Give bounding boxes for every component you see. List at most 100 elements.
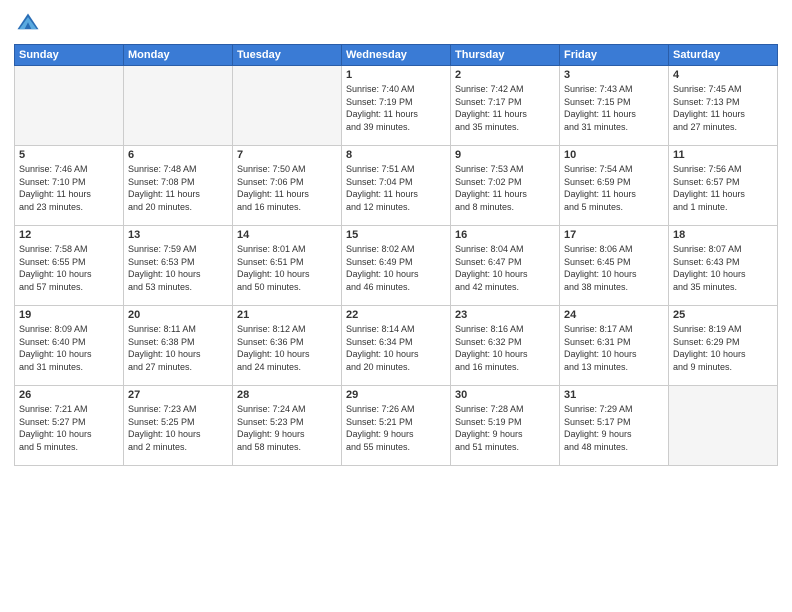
day-number: 9 — [455, 149, 555, 161]
day-number: 3 — [564, 69, 664, 81]
calendar-cell: 6 Sunrise: 7:48 AM Sunset: 7:08 PM Daylig… — [124, 146, 233, 226]
calendar-body: 1 Sunrise: 7:40 AM Sunset: 7:19 PM Daylig… — [15, 66, 778, 466]
day-info: Sunrise: 8:01 AM Sunset: 6:51 PM Dayligh… — [237, 243, 337, 293]
day-number: 6 — [128, 149, 228, 161]
day-number: 8 — [346, 149, 446, 161]
day-info: Sunrise: 8:02 AM Sunset: 6:49 PM Dayligh… — [346, 243, 446, 293]
calendar-cell: 27 Sunrise: 7:23 AM Sunset: 5:25 PM Dayli… — [124, 386, 233, 466]
day-number: 7 — [237, 149, 337, 161]
calendar-cell: 10 Sunrise: 7:54 AM Sunset: 6:59 PM Dayli… — [560, 146, 669, 226]
day-number: 15 — [346, 229, 446, 241]
calendar-cell: 21 Sunrise: 8:12 AM Sunset: 6:36 PM Dayli… — [233, 306, 342, 386]
day-info: Sunrise: 7:50 AM Sunset: 7:06 PM Dayligh… — [237, 163, 337, 213]
calendar-cell: 22Sunrise: 8:14 AM Sunset: 6:34 PM Dayli… — [342, 306, 451, 386]
day-number: 24 — [564, 309, 664, 321]
logo — [14, 10, 44, 38]
day-info: Sunrise: 8:12 AM Sunset: 6:36 PM Dayligh… — [237, 323, 337, 373]
calendar-cell: 30Sunrise: 7:28 AM Sunset: 5:19 PM Dayli… — [451, 386, 560, 466]
day-number: 2 — [455, 69, 555, 81]
day-number: 14 — [237, 229, 337, 241]
day-info: Sunrise: 7:54 AM Sunset: 6:59 PM Dayligh… — [564, 163, 664, 213]
day-info: Sunrise: 8:11 AM Sunset: 6:38 PM Dayligh… — [128, 323, 228, 373]
weekday-header: Tuesday — [233, 45, 342, 66]
calendar-week: 26 Sunrise: 7:21 AM Sunset: 5:27 PM Dayli… — [15, 386, 778, 466]
calendar-cell: 13Sunrise: 7:59 AM Sunset: 6:53 PM Dayli… — [124, 226, 233, 306]
day-number: 25 — [673, 309, 773, 321]
day-info: Sunrise: 7:40 AM Sunset: 7:19 PM Dayligh… — [346, 83, 446, 133]
calendar-cell: 2 Sunrise: 7:42 AM Sunset: 7:17 PM Daylig… — [451, 66, 560, 146]
calendar-week: 1 Sunrise: 7:40 AM Sunset: 7:19 PM Daylig… — [15, 66, 778, 146]
calendar-cell: 16Sunrise: 8:04 AM Sunset: 6:47 PM Dayli… — [451, 226, 560, 306]
day-number: 20 — [128, 309, 228, 321]
calendar-cell: 3 Sunrise: 7:43 AM Sunset: 7:15 PM Daylig… — [560, 66, 669, 146]
calendar-week: 12 Sunrise: 7:58 AM Sunset: 6:55 PM Dayli… — [15, 226, 778, 306]
calendar-cell: 1 Sunrise: 7:40 AM Sunset: 7:19 PM Daylig… — [342, 66, 451, 146]
day-number: 28 — [237, 389, 337, 401]
calendar-cell: 17 Sunrise: 8:06 AM Sunset: 6:45 PM Dayli… — [560, 226, 669, 306]
day-number: 1 — [346, 69, 446, 81]
calendar-cell: 18 Sunrise: 8:07 AM Sunset: 6:43 PM Dayli… — [669, 226, 778, 306]
day-info: Sunrise: 7:42 AM Sunset: 7:17 PM Dayligh… — [455, 83, 555, 133]
page: SundayMondayTuesdayWednesdayThursdayFrid… — [0, 0, 792, 612]
calendar-cell: 29 Sunrise: 7:26 AM Sunset: 5:21 PM Dayli… — [342, 386, 451, 466]
day-number: 23 — [455, 309, 555, 321]
day-info: Sunrise: 7:58 AM Sunset: 6:55 PM Dayligh… — [19, 243, 119, 293]
header — [14, 10, 778, 38]
day-info: Sunrise: 7:46 AM Sunset: 7:10 PM Dayligh… — [19, 163, 119, 213]
day-number: 21 — [237, 309, 337, 321]
calendar-cell — [669, 386, 778, 466]
day-number: 16 — [455, 229, 555, 241]
day-number: 17 — [564, 229, 664, 241]
day-number: 18 — [673, 229, 773, 241]
calendar-cell: 26 Sunrise: 7:21 AM Sunset: 5:27 PM Dayli… — [15, 386, 124, 466]
calendar: SundayMondayTuesdayWednesdayThursdayFrid… — [14, 44, 778, 466]
calendar-cell: 14 Sunrise: 8:01 AM Sunset: 6:51 PM Dayli… — [233, 226, 342, 306]
day-number: 10 — [564, 149, 664, 161]
day-info: Sunrise: 7:53 AM Sunset: 7:02 PM Dayligh… — [455, 163, 555, 213]
day-number: 12 — [19, 229, 119, 241]
day-info: Sunrise: 7:56 AM Sunset: 6:57 PM Dayligh… — [673, 163, 773, 213]
weekday-row: SundayMondayTuesdayWednesdayThursdayFrid… — [15, 45, 778, 66]
day-info: Sunrise: 7:28 AM Sunset: 5:19 PM Dayligh… — [455, 403, 555, 453]
weekday-header: Saturday — [669, 45, 778, 66]
day-info: Sunrise: 7:24 AM Sunset: 5:23 PM Dayligh… — [237, 403, 337, 453]
day-info: Sunrise: 7:48 AM Sunset: 7:08 PM Dayligh… — [128, 163, 228, 213]
calendar-cell: 31Sunrise: 7:29 AM Sunset: 5:17 PM Dayli… — [560, 386, 669, 466]
day-number: 29 — [346, 389, 446, 401]
day-info: Sunrise: 8:09 AM Sunset: 6:40 PM Dayligh… — [19, 323, 119, 373]
calendar-cell: 19Sunrise: 8:09 AM Sunset: 6:40 PM Dayli… — [15, 306, 124, 386]
calendar-cell: 25 Sunrise: 8:19 AM Sunset: 6:29 PM Dayli… — [669, 306, 778, 386]
calendar-cell: 7 Sunrise: 7:50 AM Sunset: 7:06 PM Daylig… — [233, 146, 342, 226]
calendar-cell — [233, 66, 342, 146]
day-number: 5 — [19, 149, 119, 161]
day-info: Sunrise: 7:29 AM Sunset: 5:17 PM Dayligh… — [564, 403, 664, 453]
weekday-header: Thursday — [451, 45, 560, 66]
calendar-cell: 4Sunrise: 7:45 AM Sunset: 7:13 PM Daylig… — [669, 66, 778, 146]
calendar-cell: 12 Sunrise: 7:58 AM Sunset: 6:55 PM Dayli… — [15, 226, 124, 306]
day-info: Sunrise: 7:45 AM Sunset: 7:13 PM Dayligh… — [673, 83, 773, 133]
calendar-cell — [124, 66, 233, 146]
calendar-week: 19Sunrise: 8:09 AM Sunset: 6:40 PM Dayli… — [15, 306, 778, 386]
calendar-header: SundayMondayTuesdayWednesdayThursdayFrid… — [15, 45, 778, 66]
calendar-cell: 9 Sunrise: 7:53 AM Sunset: 7:02 PM Daylig… — [451, 146, 560, 226]
day-number: 27 — [128, 389, 228, 401]
calendar-cell — [15, 66, 124, 146]
calendar-cell: 5 Sunrise: 7:46 AM Sunset: 7:10 PM Daylig… — [15, 146, 124, 226]
day-info: Sunrise: 7:43 AM Sunset: 7:15 PM Dayligh… — [564, 83, 664, 133]
day-info: Sunrise: 7:21 AM Sunset: 5:27 PM Dayligh… — [19, 403, 119, 453]
day-info: Sunrise: 7:26 AM Sunset: 5:21 PM Dayligh… — [346, 403, 446, 453]
calendar-cell: 8 Sunrise: 7:51 AM Sunset: 7:04 PM Daylig… — [342, 146, 451, 226]
day-info: Sunrise: 7:23 AM Sunset: 5:25 PM Dayligh… — [128, 403, 228, 453]
day-number: 26 — [19, 389, 119, 401]
day-info: Sunrise: 8:17 AM Sunset: 6:31 PM Dayligh… — [564, 323, 664, 373]
weekday-header: Wednesday — [342, 45, 451, 66]
day-info: Sunrise: 8:07 AM Sunset: 6:43 PM Dayligh… — [673, 243, 773, 293]
day-number: 11 — [673, 149, 773, 161]
day-info: Sunrise: 8:14 AM Sunset: 6:34 PM Dayligh… — [346, 323, 446, 373]
day-info: Sunrise: 8:16 AM Sunset: 6:32 PM Dayligh… — [455, 323, 555, 373]
day-info: Sunrise: 8:06 AM Sunset: 6:45 PM Dayligh… — [564, 243, 664, 293]
day-info: Sunrise: 7:51 AM Sunset: 7:04 PM Dayligh… — [346, 163, 446, 213]
day-info: Sunrise: 8:19 AM Sunset: 6:29 PM Dayligh… — [673, 323, 773, 373]
logo-icon — [14, 10, 42, 38]
weekday-header: Friday — [560, 45, 669, 66]
